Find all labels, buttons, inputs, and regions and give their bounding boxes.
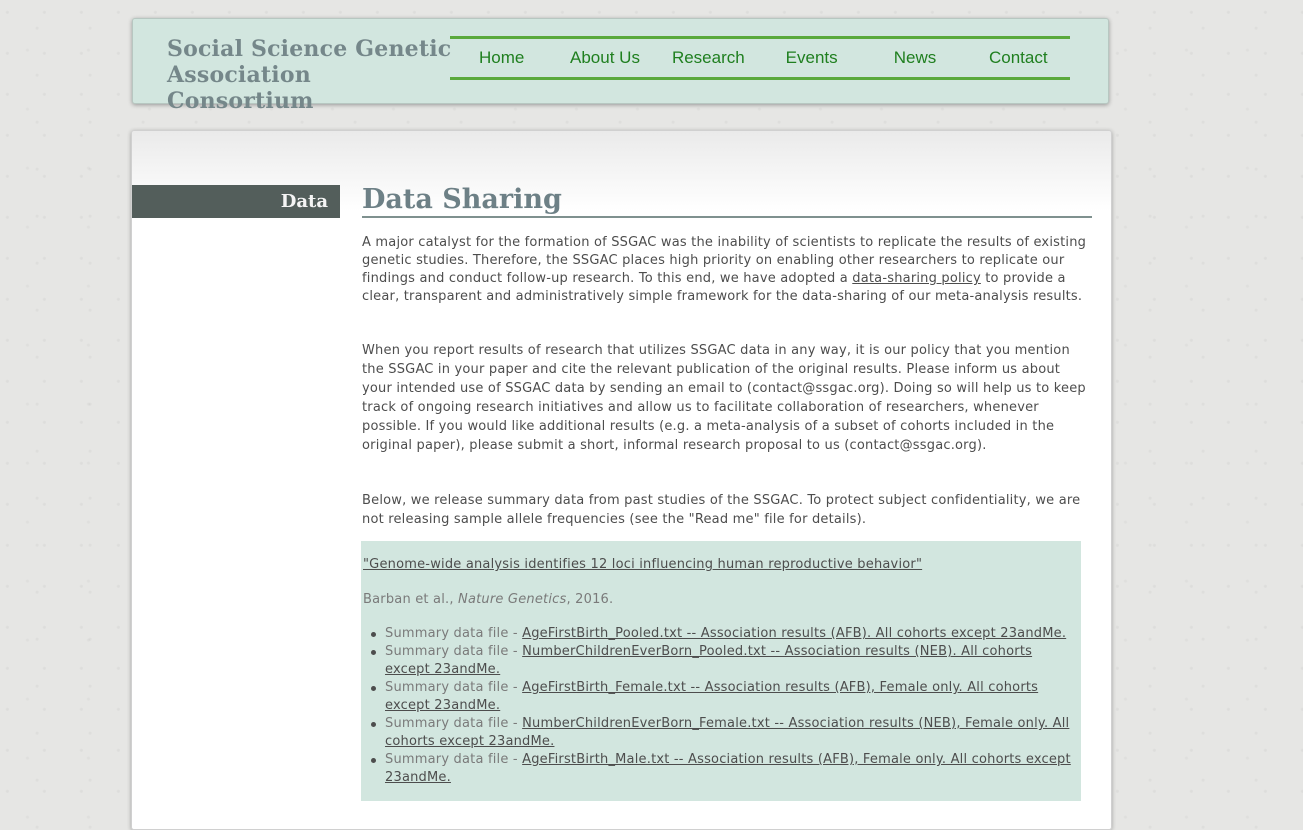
study-journal: Nature Genetics [458,592,567,607]
release-note-paragraph: Below, we release summary data from past… [362,493,1081,527]
file-label: Summary data file - [385,626,523,641]
nav-events[interactable]: Events [760,39,863,77]
list-item: Summary data file - AgeFirstBirth_Pooled… [363,625,1077,643]
study-year: , 2016. [566,592,614,607]
study-panel: "Genome-wide analysis identifies 12 loci… [361,541,1081,801]
nav-home[interactable]: Home [450,39,553,77]
data-sharing-policy-link[interactable]: data-sharing policy [852,271,981,286]
nav-news[interactable]: News [863,39,966,77]
site-header: Social Science Genetic Association Conso… [132,18,1109,114]
file-label: Summary data file - [385,644,523,659]
intro-paragraph: A major catalyst for the formation of SS… [362,234,1090,306]
file-label: Summary data file - [385,680,523,695]
list-item: Summary data file - AgeFirstBirth_Male.t… [363,751,1077,787]
site-title[interactable]: Social Science Genetic Association Conso… [167,36,457,114]
page-title: Data Sharing [362,183,1092,218]
study-title-link[interactable]: "Genome-wide analysis identifies 12 loci… [363,557,922,572]
citation-policy-paragraph: When you report results of research that… [362,343,1086,453]
file-download-link[interactable]: AgeFirstBirth_Pooled.txt -- Association … [522,626,1066,641]
list-item: Summary data file - AgeFirstBirth_Female… [363,679,1077,715]
study-citation: Barban et al., Nature Genetics, 2016. [363,592,613,607]
file-label: Summary data file - [385,716,523,731]
sidebar-section-label: Data [132,185,340,218]
file-label: Summary data file - [385,752,523,767]
nav-research[interactable]: Research [657,39,760,77]
list-item: Summary data file - NumberChildrenEverBo… [363,643,1077,679]
main-nav: Home About Us Research Events News Conta… [450,36,1070,80]
list-item: Summary data file - NumberChildrenEverBo… [363,715,1077,751]
study-authors: Barban et al., [363,592,459,607]
nav-contact[interactable]: Contact [967,39,1070,77]
summary-file-list: Summary data file - AgeFirstBirth_Pooled… [363,625,1077,787]
nav-about-us[interactable]: About Us [553,39,656,77]
